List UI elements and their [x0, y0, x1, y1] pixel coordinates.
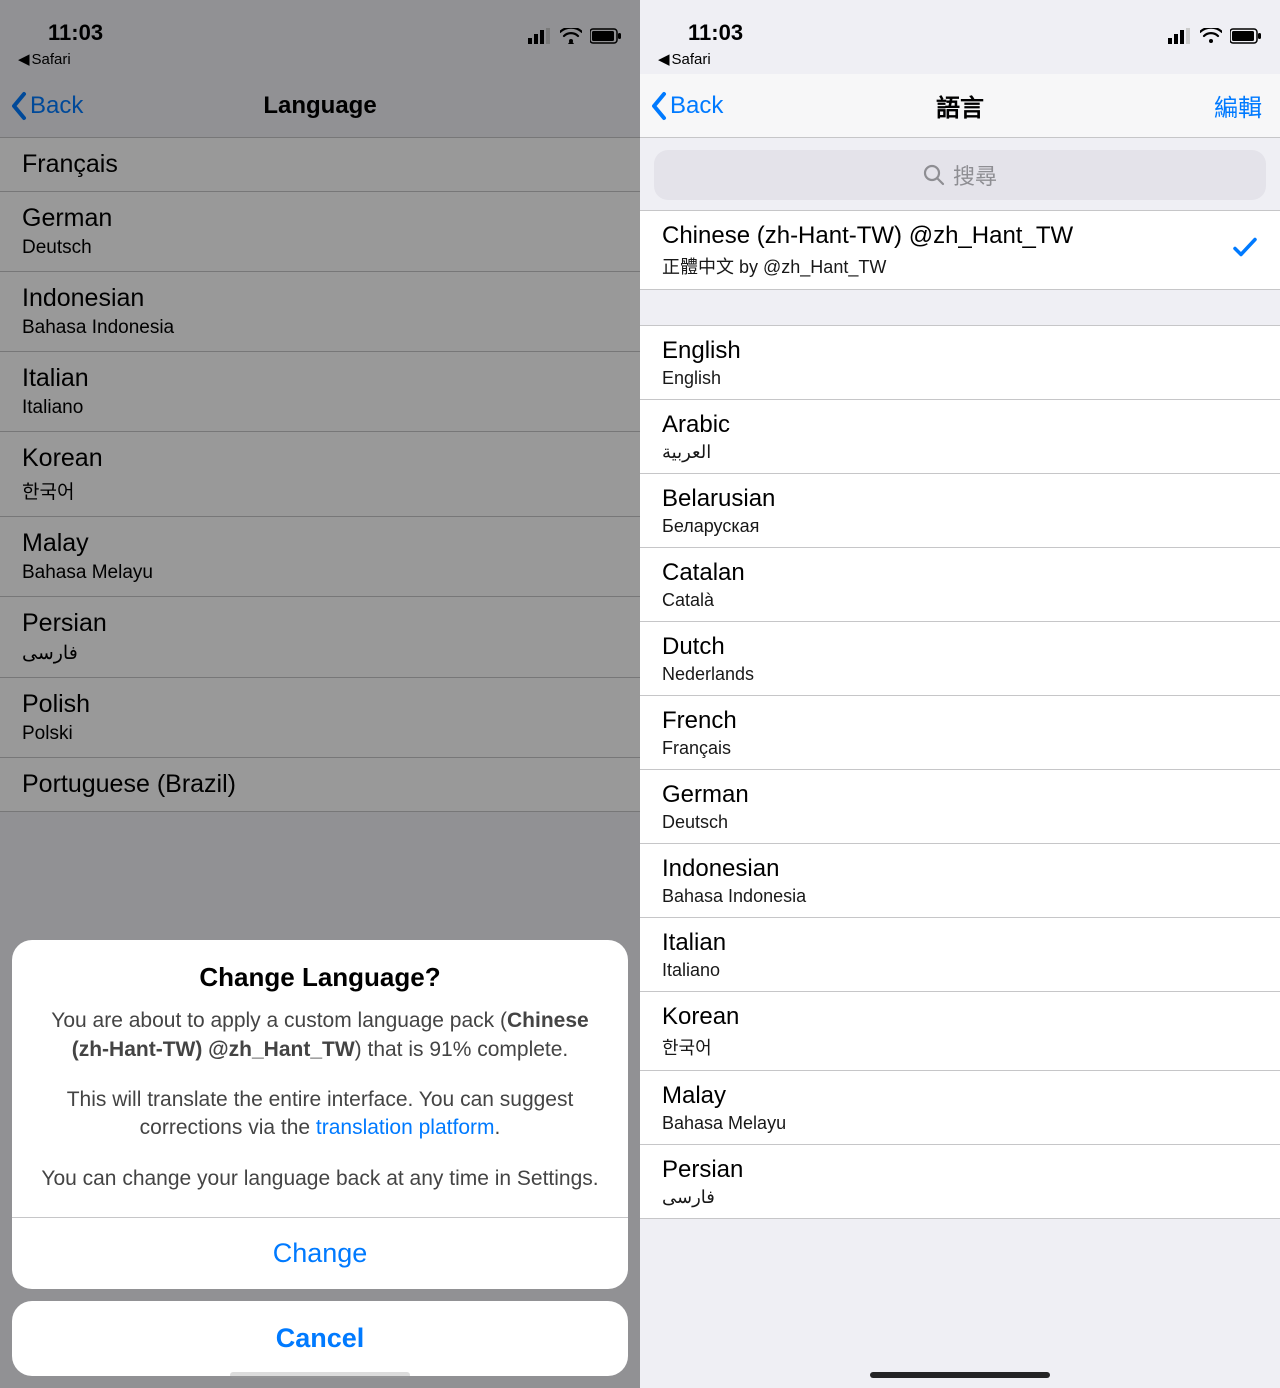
back-triangle-icon: ◀: [658, 50, 670, 68]
list-item[interactable]: Korean한국어: [640, 992, 1280, 1071]
checkmark-icon: [1232, 235, 1258, 266]
sheet-body-3: You can change your language back at any…: [38, 1165, 602, 1193]
list-item[interactable]: FrenchFrançais: [640, 696, 1280, 770]
phone-right: 11:03 ◀ Safari Back 語言 編輯 搜尋 Chine: [640, 0, 1280, 1388]
row-title: Malay: [662, 1081, 1258, 1111]
row-subtitle: Bahasa Melayu: [662, 1113, 1258, 1134]
nav-back-label: Back: [670, 92, 723, 120]
row-subtitle: Nederlands: [662, 664, 1258, 685]
search-input[interactable]: 搜尋: [654, 150, 1266, 200]
selected-language-row[interactable]: Chinese (zh-Hant-TW) @zh_Hant_TW 正體中文 by…: [640, 211, 1280, 290]
row-subtitle: فارسی: [662, 1187, 1258, 1208]
status-bar: 11:03: [640, 0, 1280, 48]
sheet-body-2: This will translate the entire interface…: [38, 1086, 602, 1143]
home-indicator: [870, 1372, 1050, 1378]
cellular-icon: [1168, 28, 1192, 44]
nav-edit-button[interactable]: 編輯: [1214, 88, 1262, 123]
list-item[interactable]: Persianفارسی: [640, 1145, 1280, 1219]
row-title: Italian: [662, 928, 1258, 958]
list-item[interactable]: CatalanCatalà: [640, 548, 1280, 622]
row-title: Arabic: [662, 410, 1258, 440]
row-subtitle: 正體中文 by @zh_Hant_TW: [662, 253, 1258, 279]
row-subtitle: العربية: [662, 442, 1258, 463]
section-gap: [640, 290, 1280, 326]
wifi-icon: [1200, 28, 1222, 44]
row-title: Catalan: [662, 558, 1258, 588]
row-subtitle: Беларуская: [662, 516, 1258, 537]
return-app-label: Safari: [672, 51, 711, 68]
list-item[interactable]: GermanDeutsch: [640, 770, 1280, 844]
list-item[interactable]: Arabicالعربية: [640, 400, 1280, 474]
sheet-body-1: You are about to apply a custom language…: [38, 1007, 602, 1064]
list-item[interactable]: ItalianItaliano: [640, 918, 1280, 992]
row-title: German: [662, 780, 1258, 810]
nav-back-button[interactable]: Back: [650, 91, 723, 121]
row-title: Korean: [662, 1002, 1258, 1032]
phone-left: 11:03 ◀ Safari Back Language Françai: [0, 0, 640, 1388]
row-title: English: [662, 336, 1258, 366]
status-time: 11:03: [688, 20, 743, 46]
row-subtitle: 한국어: [662, 1034, 1258, 1060]
row-subtitle: English: [662, 368, 1258, 389]
list-item[interactable]: BelarusianБеларуская: [640, 474, 1280, 548]
row-subtitle: Italiano: [662, 960, 1258, 981]
chevron-left-icon: [650, 91, 668, 121]
action-sheet-card: Change Language? You are about to apply …: [12, 940, 628, 1289]
row-subtitle: Français: [662, 738, 1258, 759]
row-subtitle: Català: [662, 590, 1258, 611]
search-icon: [923, 164, 945, 186]
row-title: Dutch: [662, 632, 1258, 662]
list-item[interactable]: MalayBahasa Melayu: [640, 1071, 1280, 1145]
nav-bar: Back 語言 編輯: [640, 74, 1280, 138]
change-button[interactable]: Change: [12, 1217, 628, 1289]
list-item[interactable]: DutchNederlands: [640, 622, 1280, 696]
battery-icon: [1230, 28, 1262, 44]
list-item[interactable]: EnglishEnglish: [640, 326, 1280, 400]
row-title: Chinese (zh-Hant-TW) @zh_Hant_TW: [662, 221, 1258, 251]
row-title: Indonesian: [662, 854, 1258, 884]
row-title: Belarusian: [662, 484, 1258, 514]
nav-title: 語言: [936, 88, 984, 123]
list-item[interactable]: IndonesianBahasa Indonesia: [640, 844, 1280, 918]
row-subtitle: Bahasa Indonesia: [662, 886, 1258, 907]
translation-platform-link[interactable]: translation platform: [316, 1116, 495, 1139]
home-indicator: [230, 1372, 410, 1378]
language-list[interactable]: EnglishEnglishArabicالعربيةBelarusianБел…: [640, 326, 1280, 1219]
sheet-title: Change Language?: [38, 962, 602, 993]
return-to-app[interactable]: ◀ Safari: [640, 48, 1280, 74]
cancel-button[interactable]: Cancel: [12, 1301, 628, 1376]
row-title: Persian: [662, 1155, 1258, 1185]
row-subtitle: Deutsch: [662, 812, 1258, 833]
action-sheet: Change Language? You are about to apply …: [12, 940, 628, 1376]
row-title: French: [662, 706, 1258, 736]
search-placeholder: 搜尋: [953, 159, 997, 191]
status-icons: [1168, 28, 1262, 46]
